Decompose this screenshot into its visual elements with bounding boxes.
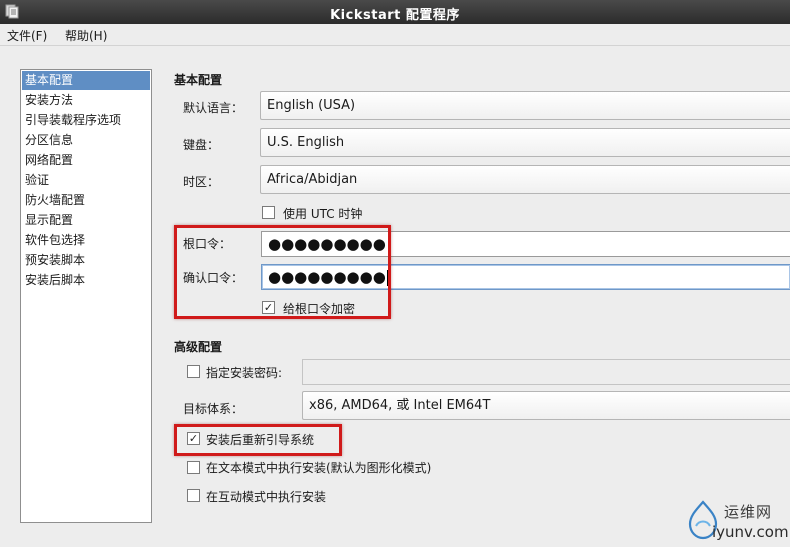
title-bar: Kickstart 配置程序	[0, 0, 790, 24]
sidebar-item-partition-info[interactable]: 分区信息	[21, 130, 151, 150]
utc-clock-label: 使用 UTC 时钟	[283, 207, 363, 221]
basic-config-heading: 基本配置	[174, 73, 223, 87]
target-arch-label: 目标体系：	[183, 402, 244, 416]
keyboard-select[interactable]: U.S. English	[260, 128, 790, 157]
interactive-mode-label: 在互动模式中执行安装	[206, 490, 327, 504]
sidebar-item-package-selection[interactable]: 软件包选择	[21, 230, 151, 250]
install-key-checkbox[interactable]	[187, 365, 200, 378]
utc-clock-checkbox[interactable]	[262, 206, 275, 219]
sidebar-item-pre-install-script[interactable]: 预安装脚本	[21, 250, 151, 270]
language-select[interactable]: English (USA)	[260, 91, 790, 120]
watermark-en: iyunv.com	[712, 523, 789, 541]
timezone-select[interactable]: Africa/Abidjan	[260, 165, 790, 194]
root-password-mask: ●●●●●●●●●	[268, 235, 386, 253]
root-password-field[interactable]: ●●●●●●●●●	[261, 231, 790, 257]
encrypt-root-password-label: 给根口令加密	[283, 302, 356, 316]
sidebar-item-display-config[interactable]: 显示配置	[21, 210, 151, 230]
keyboard-label: 键盘：	[183, 138, 220, 152]
sidebar-item-firewall-config[interactable]: 防火墙配置	[21, 190, 151, 210]
sidebar-item-post-install-script[interactable]: 安装后脚本	[21, 270, 151, 290]
advanced-config-heading: 高级配置	[174, 340, 223, 354]
root-password-label: 根口令：	[183, 237, 232, 251]
encrypt-root-password-checkbox[interactable]: ✓	[262, 301, 275, 314]
window-title: Kickstart 配置程序	[330, 8, 460, 23]
sidebar-item-basic-config[interactable]: 基本配置	[22, 71, 150, 90]
menu-bar: 文件(F) 帮助(H)	[0, 24, 790, 46]
reboot-after-install-checkbox[interactable]: ✓	[187, 432, 200, 445]
text-mode-label: 在文本模式中执行安装(默认为图形化模式)	[206, 461, 432, 475]
install-key-label: 指定安装密码:	[206, 366, 283, 380]
timezone-label: 时区：	[183, 175, 220, 189]
interactive-mode-checkbox[interactable]	[187, 489, 200, 502]
watermark: 运维网 iyunv.com	[686, 496, 789, 544]
watermark-cn: 运维网	[724, 503, 773, 521]
sidebar-item-network-config[interactable]: 网络配置	[21, 150, 151, 170]
menu-help[interactable]: 帮助(H)	[65, 27, 107, 44]
text-mode-checkbox[interactable]	[187, 461, 200, 474]
install-key-field[interactable]	[302, 359, 790, 385]
menu-file[interactable]: 文件(F)	[7, 27, 47, 44]
sidebar-item-install-method[interactable]: 安装方法	[21, 90, 151, 110]
text-caret	[386, 269, 388, 286]
language-label: 默认语言：	[183, 101, 244, 115]
category-list[interactable]: 基本配置 安装方法 引导装载程序选项 分区信息 网络配置 验证 防火墙配置 显示…	[20, 69, 152, 523]
confirm-password-mask: ●●●●●●●●●	[268, 268, 386, 286]
reboot-after-install-label: 安装后重新引导系统	[206, 433, 315, 447]
sidebar-item-bootloader-options[interactable]: 引导装载程序选项	[21, 110, 151, 130]
confirm-password-field[interactable]: ●●●●●●●●●	[261, 264, 790, 290]
sidebar-item-authentication[interactable]: 验证	[21, 170, 151, 190]
confirm-password-label: 确认口令：	[183, 271, 244, 285]
target-arch-select[interactable]: x86, AMD64, 或 Intel EM64T	[302, 391, 790, 420]
